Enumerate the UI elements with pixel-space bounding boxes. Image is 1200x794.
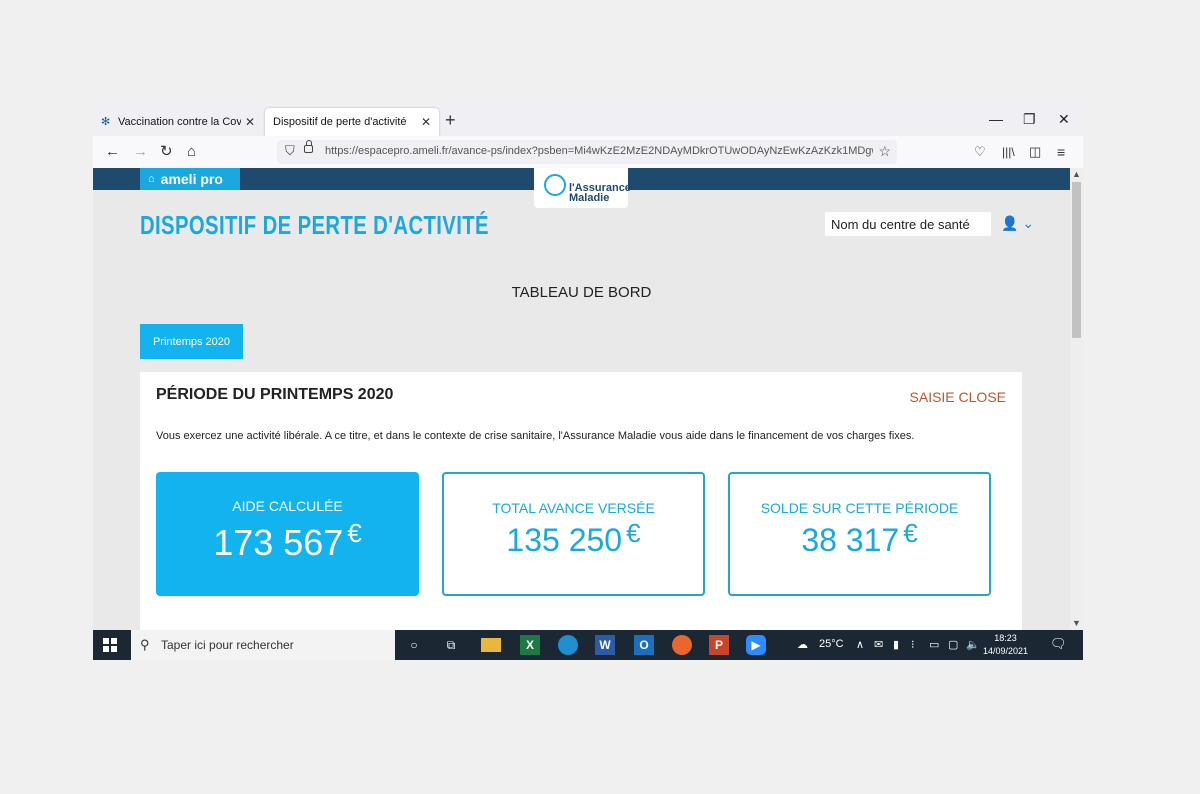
scroll-thumb[interactable] xyxy=(1072,182,1081,338)
url-bar[interactable]: ⛉ https://espacepro.ameli.fr/avance-ps/i… xyxy=(277,140,897,164)
scrollbar[interactable]: ▲ ▼ xyxy=(1070,168,1083,630)
task-view-icon[interactable]: ⧉ xyxy=(441,635,461,655)
currency-symbol: € xyxy=(347,518,362,548)
search-icon: ⚲ xyxy=(140,637,150,652)
search-placeholder: Taper ici pour rechercher xyxy=(161,638,294,652)
tab-vaccination[interactable]: ✻ Vaccination contre la Covid-19 ✕ xyxy=(93,108,263,136)
firefox-icon[interactable] xyxy=(672,635,692,655)
stat-label: TOTAL AVANCE VERSÉE xyxy=(492,500,655,516)
close-tab-icon[interactable]: ✕ xyxy=(421,115,431,129)
windows-start-icon[interactable] xyxy=(103,638,117,652)
brand-text: ameli pro xyxy=(160,171,223,187)
weather-icon[interactable]: ☁ xyxy=(797,638,808,651)
bookmark-star-icon[interactable]: ☆ xyxy=(878,143,891,160)
assurance-maladie-logo: l'Assurance Maladie xyxy=(534,168,631,208)
clock-time: 18:23 xyxy=(994,633,1017,643)
usb-icon[interactable]: ▮ xyxy=(893,638,899,651)
back-icon[interactable]: ← xyxy=(105,143,120,161)
new-tab-icon[interactable]: + xyxy=(445,110,456,130)
show-hidden-icons-icon[interactable]: ∧ xyxy=(856,638,864,651)
battery-icon[interactable]: ▭ xyxy=(929,638,939,651)
app-tray-icon[interactable]: ⁝ xyxy=(911,638,915,651)
stat-value: 135 250 xyxy=(506,522,623,558)
tab-bar: ✻ Vaccination contre la Covid-19 ✕ Dispo… xyxy=(93,104,1083,136)
status-badge: SAISIE CLOSE xyxy=(909,389,1006,405)
center-name-field: Nom du centre de santé xyxy=(825,212,991,236)
globe-icon: ✻ xyxy=(101,116,111,128)
page-title: DISPOSITIF DE PERTE D'ACTIVITÉ xyxy=(140,210,489,240)
word-icon[interactable]: W xyxy=(595,635,615,655)
taskbar: ⚲ Taper ici pour rechercher ○ ⧉ X W O P … xyxy=(93,630,1083,660)
stat-aide-calculee: AIDE CALCULÉE 173 567 € xyxy=(156,472,419,596)
dashboard-title: TABLEAU DE BORD xyxy=(511,284,652,301)
user-menu-icon[interactable]: 👤 ⌄ xyxy=(1001,215,1034,232)
lock-icon[interactable] xyxy=(304,140,313,153)
ameli-pro-logo[interactable]: ⌂ ameli pro xyxy=(140,168,240,190)
library-icon[interactable]: |||\ xyxy=(1002,143,1015,161)
forward-icon[interactable]: → xyxy=(133,143,148,161)
close-window-icon[interactable]: ✕ xyxy=(1058,111,1070,128)
scroll-down-icon[interactable]: ▼ xyxy=(1072,618,1081,628)
stat-total-avance: TOTAL AVANCE VERSÉE 135 250 € xyxy=(442,472,705,596)
period-description: Vous exercez une activité libérale. A ce… xyxy=(156,430,915,442)
page-content: ⌂ ameli pro l'Assurance Maladie DISPOSIT… xyxy=(93,168,1070,630)
network-icon[interactable]: ▢ xyxy=(948,638,958,651)
scroll-up-icon[interactable]: ▲ xyxy=(1072,169,1081,179)
home-icon: ⌂ xyxy=(148,173,155,185)
stat-value: 173 567 xyxy=(213,522,344,563)
clock[interactable]: 18:23 14/09/2021 xyxy=(983,632,1028,658)
notifications-icon[interactable]: 🗨 xyxy=(1050,636,1067,652)
taskbar-search[interactable]: ⚲ Taper ici pour rechercher xyxy=(131,630,395,660)
tab-label: Dispositif de perte d'activité xyxy=(273,116,407,128)
zoom-icon[interactable]: ▶ xyxy=(746,635,766,655)
emblem-icon xyxy=(544,174,566,196)
file-explorer-icon[interactable] xyxy=(481,638,501,652)
stat-value-wrap: 173 567 € xyxy=(156,518,419,564)
tab-printemps-2020[interactable]: Printemps 2020 xyxy=(140,324,243,359)
restore-icon[interactable]: ❐ xyxy=(1023,111,1036,128)
stat-solde: SOLDE SUR CETTE PÉRIODE 38 317 € xyxy=(728,472,991,596)
outlook-icon[interactable]: O xyxy=(634,635,654,655)
stat-label: AIDE CALCULÉE xyxy=(232,498,343,514)
edge-icon[interactable] xyxy=(558,635,578,655)
url-text[interactable]: https://espacepro.ameli.fr/avance-ps/ind… xyxy=(325,145,873,157)
close-tab-icon[interactable]: ✕ xyxy=(245,115,255,129)
minimize-icon[interactable]: — xyxy=(989,111,1003,127)
weather-temp[interactable]: 25°C xyxy=(819,638,844,650)
cortana-icon[interactable]: ○ xyxy=(404,635,424,655)
menu-icon[interactable]: ≡ xyxy=(1057,143,1065,161)
browser-window: ✻ Vaccination contre la Covid-19 ✕ Dispo… xyxy=(93,104,1083,660)
home-icon[interactable]: ⌂ xyxy=(187,143,196,161)
period-card: PÉRIODE DU PRINTEMPS 2020 SAISIE CLOSE V… xyxy=(140,372,1022,630)
stat-value-wrap: 38 317 € xyxy=(730,518,989,559)
tab-dispositif[interactable]: Dispositif de perte d'activité ✕ xyxy=(265,108,439,136)
clock-date: 14/09/2021 xyxy=(983,646,1029,656)
excel-icon[interactable]: X xyxy=(520,635,540,655)
logo-text: l'Assurance Maladie xyxy=(569,182,631,204)
nav-bar: ← → ↻ ⌂ ⛉ https://espacepro.ameli.fr/ava… xyxy=(93,136,1083,169)
sidebar-icon[interactable]: ◫ xyxy=(1029,143,1041,161)
tab-label: Vaccination contre la Covid-19 xyxy=(118,116,241,128)
currency-symbol: € xyxy=(626,518,641,548)
period-title: PÉRIODE DU PRINTEMPS 2020 xyxy=(156,386,394,403)
volume-icon[interactable]: 🔈 xyxy=(966,638,980,651)
stat-label: SOLDE SUR CETTE PÉRIODE xyxy=(760,500,959,516)
stat-value: 38 317 xyxy=(801,522,900,558)
powerpoint-icon[interactable]: P xyxy=(709,635,729,655)
currency-symbol: € xyxy=(903,518,918,548)
shield-icon[interactable]: ⛉ xyxy=(285,143,295,159)
stat-value-wrap: 135 250 € xyxy=(444,518,703,559)
mail-icon[interactable]: ✉ xyxy=(874,638,883,651)
pocket-icon[interactable]: ♡ xyxy=(974,143,986,161)
reload-icon[interactable]: ↻ xyxy=(160,143,173,161)
